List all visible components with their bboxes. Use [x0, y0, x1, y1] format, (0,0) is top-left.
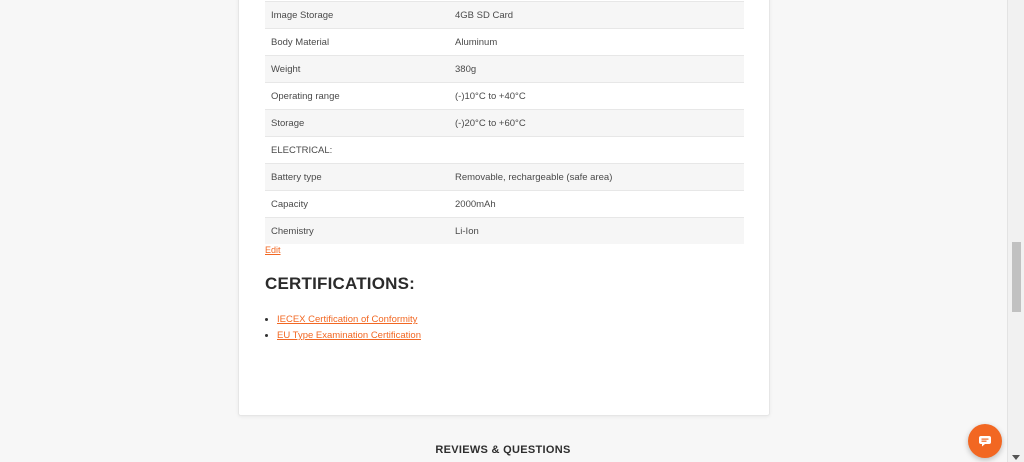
- table-row: Weight 380g: [265, 55, 744, 83]
- spec-label: Capacity: [265, 190, 449, 218]
- spec-label: Image Storage: [265, 1, 449, 29]
- spec-value: Aluminum: [449, 28, 744, 56]
- table-row: Image Storage 4GB SD Card: [265, 1, 744, 29]
- page-scrollbar[interactable]: [1007, 0, 1024, 462]
- scrollbar-thumb[interactable]: [1012, 242, 1021, 312]
- table-row: Operating range (-)10°C to +40°C: [265, 82, 744, 110]
- edit-link[interactable]: Edit: [265, 245, 281, 255]
- certifications-list: IECEX Certification of Conformity EU Typ…: [265, 314, 421, 346]
- spec-label: Operating range: [265, 82, 449, 110]
- spec-label: Storage: [265, 109, 449, 137]
- spec-value: 2000mAh: [449, 190, 744, 218]
- chat-button[interactable]: [968, 424, 1002, 458]
- table-row: ELECTRICAL:: [265, 136, 744, 164]
- spec-value: Removable, rechargeable (safe area): [449, 163, 744, 191]
- table-row: Battery type Removable, rechargeable (sa…: [265, 163, 744, 191]
- table-row: Capacity 2000mAh: [265, 190, 744, 218]
- table-row: Body Material Aluminum: [265, 28, 744, 56]
- specifications-table: Image Storage 4GB SD Card Body Material …: [265, 1, 744, 244]
- spec-value: 4GB SD Card: [449, 1, 744, 29]
- reviews-questions-heading: REVIEWS & QUESTIONS: [435, 444, 571, 456]
- spec-value: [449, 136, 744, 164]
- product-details-card: Image Storage 4GB SD Card Body Material …: [238, 0, 770, 416]
- spec-label: Battery type: [265, 163, 449, 191]
- spec-label: Chemistry: [265, 217, 449, 244]
- eu-type-examination-link[interactable]: EU Type Examination Certification: [277, 330, 421, 341]
- spec-value: 380g: [449, 55, 744, 83]
- spec-label: Weight: [265, 55, 449, 83]
- table-row: Chemistry Li-Ion: [265, 217, 744, 244]
- spec-value: (-)20°C to +60°C: [449, 109, 744, 137]
- certifications-heading: CERTIFICATIONS:: [265, 274, 416, 293]
- spec-value: Li-Ion: [449, 217, 744, 244]
- spec-value: (-)10°C to +40°C: [449, 82, 744, 110]
- list-item: IECEX Certification of Conformity: [277, 314, 421, 326]
- iecex-certificate-link[interactable]: IECEX Certification of Conformity: [277, 314, 417, 325]
- list-item: EU Type Examination Certification: [277, 330, 421, 342]
- scroll-down-arrow-icon[interactable]: [1012, 455, 1020, 460]
- chat-icon: [979, 436, 991, 447]
- spec-label: Body Material: [265, 28, 449, 56]
- spec-section-label: ELECTRICAL:: [265, 136, 449, 164]
- table-row: Storage (-)20°C to +60°C: [265, 109, 744, 137]
